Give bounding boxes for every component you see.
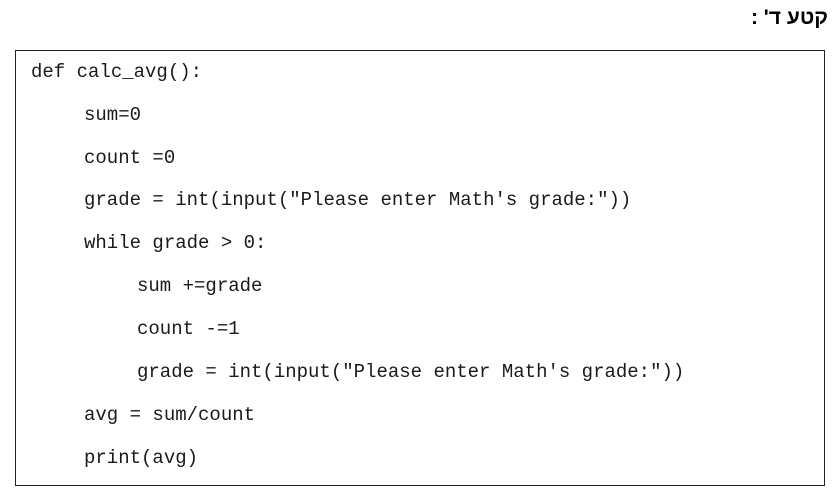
code-line: sum +=grade — [137, 275, 263, 297]
code-line: grade = int(input("Please enter Math's g… — [137, 361, 685, 383]
code-line: sum=0 — [84, 104, 142, 126]
code-line: count -=1 — [137, 318, 240, 340]
code-line: avg = sum/count — [84, 404, 256, 426]
section-heading: קטע ד' : — [750, 6, 828, 29]
code-line: while grade > 0: — [84, 232, 267, 254]
code-line: grade = int(input("Please enter Math's g… — [84, 189, 632, 211]
code-line: print(avg) — [84, 447, 199, 469]
code-line: def calc_avg(): — [31, 61, 203, 83]
code-line: count =0 — [84, 147, 176, 169]
code-block: def calc_avg(): sum=0 count =0 grade = i… — [15, 50, 825, 486]
